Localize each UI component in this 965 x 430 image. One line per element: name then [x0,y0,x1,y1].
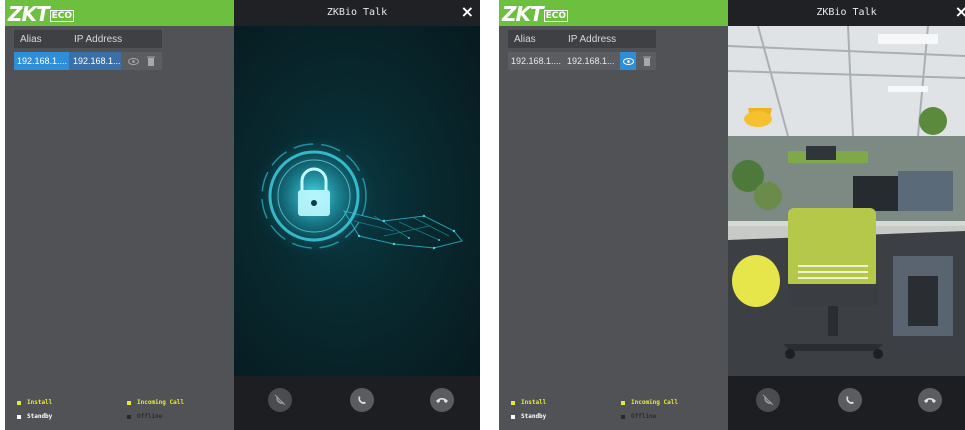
call-controls [234,376,480,430]
legend-incoming: Incoming Call [621,399,678,406]
talk-title: ZKBio Talk [728,0,965,26]
legend-standby: Standby [511,413,546,420]
hangup-icon[interactable] [918,388,942,412]
device-table: Alias IP Address 192.168.1.... 192.168.1… [508,30,656,70]
legend-offline-label: Offline [137,413,163,420]
legend-standby-dot [511,414,515,419]
eye-icon[interactable] [126,54,140,68]
mic-off-icon[interactable] [268,388,292,412]
device-ip-cell[interactable]: 192.168.1.... [69,52,121,70]
office-camera-view [728,26,965,376]
brand-bar: ZKT ECO [499,0,728,26]
device-alias-cell[interactable]: 192.168.1.... [14,52,69,70]
zkbio-talk-window-live: ZKT ECO Alias IP Address 192.168.1.... 19… [499,0,965,430]
talk-panel: ZKBio Talk × [728,0,965,430]
hangup-icon[interactable] [430,388,454,412]
zkteco-logo: ZKT ECO [8,2,75,26]
legend-standby: Standby [17,413,52,420]
column-header-alias[interactable]: Alias [14,34,69,45]
column-header-ip[interactable]: IP Address [69,34,122,45]
device-alias-cell[interactable]: 192.168.1.... [508,52,563,70]
device-table-header: Alias IP Address [508,30,656,48]
legend-offline: Offline [127,413,162,420]
talk-title: ZKBio Talk [234,0,480,26]
device-row[interactable]: 192.168.1.... 192.168.1.... [14,52,162,70]
device-panel: ZKT ECO Alias IP Address 192.168.1.... 19… [499,0,728,430]
legend-incoming-dot [621,400,625,405]
phone-icon[interactable] [350,388,374,412]
legend-offline-dot [621,414,625,419]
trash-icon[interactable] [640,54,654,68]
legend-install-label: Install [27,399,53,406]
mic-off-icon[interactable] [756,388,780,412]
talk-panel: ZKBio Talk × [234,0,480,430]
brand-bar: ZKT ECO [5,0,234,26]
legend-standby-label: Standby [521,413,547,420]
device-row[interactable]: 192.168.1.... 192.168.1.... [508,52,656,70]
trash-icon[interactable] [144,54,158,68]
eye-icon[interactable] [620,52,636,70]
status-legend: Install Incoming Call Standby Offline [511,396,721,426]
legend-install-label: Install [521,399,547,406]
lock-fingerprint-graphic [252,134,463,258]
legend-install-dot [511,400,515,405]
column-header-ip[interactable]: IP Address [563,34,616,45]
legend-offline: Offline [621,413,656,420]
zkteco-logo: ZKT ECO [502,2,569,26]
close-icon[interactable]: × [955,3,965,21]
legend-incoming-dot [127,400,131,405]
zkbio-talk-window-idle: ZKT ECO Alias IP Address 192.168.1.... 19… [5,0,480,430]
video-feed-placeholder [234,26,480,376]
status-legend: Install Incoming Call Standby Offline [17,396,227,426]
legend-incoming-label: Incoming Call [631,399,678,406]
legend-install: Install [511,399,546,406]
legend-incoming: Incoming Call [127,399,184,406]
legend-standby-dot [17,414,21,419]
call-controls [728,376,965,430]
legend-standby-label: Standby [27,413,53,420]
live-video-feed [728,26,965,376]
device-table: Alias IP Address 192.168.1.... 192.168.1… [14,30,162,70]
column-header-alias[interactable]: Alias [508,34,563,45]
legend-install: Install [17,399,52,406]
legend-offline-dot [127,414,131,419]
legend-install-dot [17,400,21,405]
legend-offline-label: Offline [631,413,657,420]
device-ip-cell[interactable]: 192.168.1.... [563,52,615,70]
device-table-header: Alias IP Address [14,30,162,48]
legend-incoming-label: Incoming Call [137,399,184,406]
phone-icon[interactable] [838,388,862,412]
device-panel: ZKT ECO Alias IP Address 192.168.1.... 19… [5,0,234,430]
close-icon[interactable]: × [461,3,474,21]
